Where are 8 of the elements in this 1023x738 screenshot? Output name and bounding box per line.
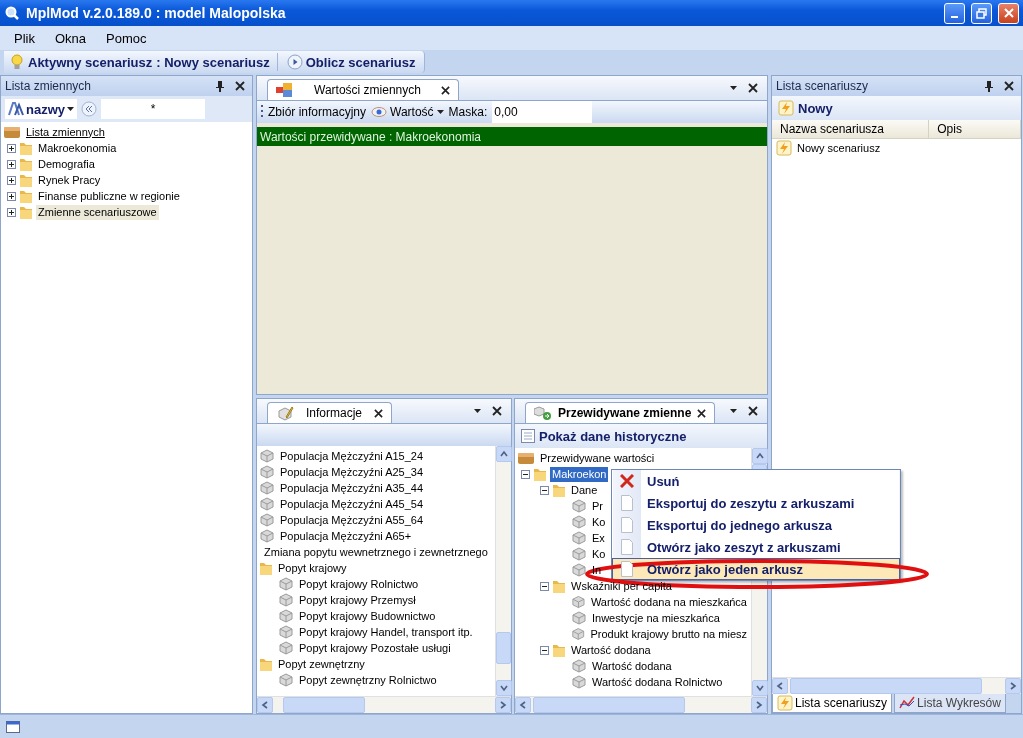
active-scenario-label: Aktywny scenariusz [28, 54, 153, 70]
active-scenario-value: : Nowy scenariusz [156, 54, 270, 70]
info-set-label: Zbiór informacyjny [268, 105, 367, 119]
panel-title: Lista scenariuszy [776, 79, 870, 93]
mask-label: Maska: [448, 105, 488, 119]
panel-title: Lista zmiennych [5, 79, 93, 93]
window-title: MplMod v.2.0.189.0 : model Malopolska [26, 5, 287, 21]
values-header: Wartości przewidywane : Makroekonomia [257, 127, 767, 146]
